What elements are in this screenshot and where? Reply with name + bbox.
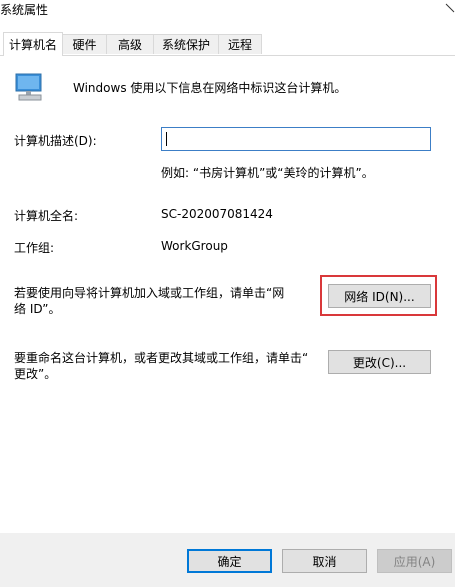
window-title: 系统属性 <box>0 3 49 17</box>
rename-instructions-line2: 更改”。 <box>14 367 57 381</box>
tab-computer-name[interactable]: 计算机名 <box>3 32 63 56</box>
rename-instructions-line1: 要重命名这台计算机，或者更改其域或工作组，请单击“ <box>14 351 309 365</box>
tab-system-protection[interactable]: 系统保护 <box>153 34 219 54</box>
tab-hardware[interactable]: 硬件 <box>62 34 107 54</box>
intro-text: Windows 使用以下信息在网络中标识这台计算机。 <box>73 81 347 95</box>
cancel-button[interactable]: 取消 <box>282 549 367 573</box>
tab-label: 计算机名 <box>8 38 57 52</box>
ok-button[interactable]: 确定 <box>187 549 272 573</box>
full-name-label: 计算机全名: <box>14 209 79 223</box>
description-field[interactable] <box>161 127 438 151</box>
computer-icon <box>13 71 45 103</box>
network-id-instructions-line1: 若要使用向导将计算机加入域或工作组，请单击“网 <box>14 286 285 300</box>
tab-advanced[interactable]: 高级 <box>106 34 154 54</box>
apply-button[interactable]: 应用(A) <box>377 549 452 573</box>
network-id-instructions-line2: 络 ID”。 <box>14 302 61 316</box>
close-icon[interactable] <box>441 0 455 20</box>
workgroup-value: WorkGroup <box>161 239 228 253</box>
network-id-button[interactable]: 网络 ID(N)... <box>328 284 431 308</box>
text-caret <box>166 132 167 146</box>
tab-label: 硬件 <box>72 38 97 52</box>
title-bar: 系统属性 <box>0 0 455 22</box>
tab-remote[interactable]: 远程 <box>218 34 262 54</box>
description-example: 例如: “书房计算机”或“美玲的计算机”。 <box>161 166 374 180</box>
tab-strip: 计算机名 硬件 高级 系统保护 远程 <box>0 32 455 56</box>
full-name-value: SC-202007081424 <box>161 207 273 221</box>
description-input[interactable] <box>162 128 438 150</box>
tab-label: 系统保护 <box>161 38 210 52</box>
tab-label: 远程 <box>227 38 252 52</box>
computer-name-panel: Windows 使用以下信息在网络中标识这台计算机。 计算机描述(D): 例如:… <box>0 55 455 533</box>
description-label: 计算机描述(D): <box>14 134 97 148</box>
dialog-footer: 确定 取消 应用(A) <box>0 533 455 587</box>
change-button[interactable]: 更改(C)... <box>328 350 431 374</box>
tab-label: 高级 <box>117 38 142 52</box>
workgroup-label: 工作组: <box>14 241 55 255</box>
